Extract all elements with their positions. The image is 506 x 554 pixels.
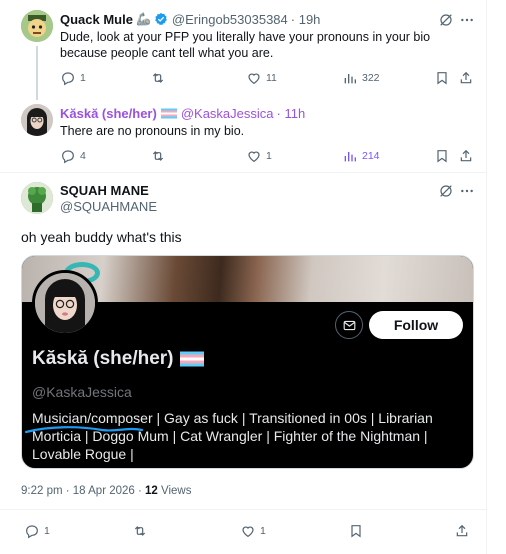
author-name[interactable]: SQUAH MANE bbox=[60, 183, 149, 198]
like-count: 1 bbox=[266, 150, 272, 162]
like-button[interactable]: 1 bbox=[246, 148, 272, 164]
card-profile-photo bbox=[32, 270, 98, 336]
bookmark-icon bbox=[437, 150, 447, 163]
tweet-time[interactable]: · 11h bbox=[277, 106, 306, 121]
grok-icon[interactable] bbox=[438, 183, 454, 199]
share-icon bbox=[460, 149, 472, 162]
retweet-icon bbox=[134, 526, 146, 536]
tweet-text: There are no pronouns in my bio. bbox=[60, 124, 245, 138]
column-border bbox=[486, 0, 487, 554]
divider bbox=[0, 172, 486, 173]
bookmark-button[interactable] bbox=[348, 523, 364, 539]
views-total: 12 bbox=[145, 485, 158, 497]
card-bio: Musician/composer | Gay as fuck | Transi… bbox=[32, 410, 433, 462]
tweet-meta: 9:22 pm · 18 Apr 2026 · 12 Views bbox=[21, 485, 192, 497]
retweet-button[interactable] bbox=[132, 523, 148, 539]
verified-badge-icon bbox=[154, 12, 168, 26]
reply-icon bbox=[62, 72, 74, 86]
squah-mane-avatar-art bbox=[21, 182, 53, 214]
like-icon bbox=[248, 73, 260, 85]
profile-card-image[interactable]: Follow Kăskă (she/her) @KaskaJessica Mus… bbox=[21, 255, 474, 469]
card-photo-art bbox=[35, 273, 95, 333]
retweet-icon bbox=[152, 73, 164, 83]
tweet-1-actions: 1 11 322 bbox=[60, 70, 480, 90]
views-icon bbox=[344, 74, 356, 84]
share-button[interactable] bbox=[458, 148, 474, 164]
retweet-icon bbox=[152, 151, 164, 161]
divider bbox=[0, 509, 486, 510]
like-button[interactable]: 11 bbox=[246, 70, 277, 86]
author-handle[interactable]: @Eringob53035384 bbox=[172, 12, 288, 27]
message-button[interactable] bbox=[335, 311, 363, 339]
tweet-text: Dude, look at your PFP you literally hav… bbox=[60, 30, 431, 60]
reply-icon bbox=[62, 150, 74, 164]
avatar-squah-mane[interactable] bbox=[21, 182, 53, 214]
share-icon bbox=[460, 71, 472, 84]
message-icon bbox=[343, 320, 355, 330]
views-label: Views bbox=[157, 485, 192, 497]
reply-count: 1 bbox=[44, 525, 50, 537]
views-count: 322 bbox=[362, 72, 380, 84]
reply-button[interactable]: 4 bbox=[60, 148, 86, 164]
like-icon bbox=[248, 151, 260, 163]
more-icon[interactable] bbox=[459, 183, 475, 199]
author-name[interactable]: Kăskă (she/her) bbox=[60, 106, 157, 121]
main-tweet-text: oh yeah buddy what's this bbox=[21, 229, 182, 245]
bookmark-icon bbox=[351, 525, 361, 538]
bio-underline-scribble bbox=[24, 426, 144, 434]
share-button[interactable] bbox=[454, 523, 470, 539]
tweet-2-actions: 4 1 214 bbox=[60, 148, 480, 168]
tweet-timestamp[interactable]: 9:22 pm · 18 Apr 2026 · bbox=[21, 485, 145, 497]
views-count: 214 bbox=[362, 150, 380, 162]
follow-button[interactable]: Follow bbox=[369, 311, 463, 339]
author-handle[interactable]: @SQUAHMANE bbox=[60, 199, 157, 214]
card-handle: @KaskaJessica bbox=[32, 384, 132, 400]
author-name[interactable]: Quack Mule bbox=[60, 12, 133, 27]
avatar-kaska[interactable] bbox=[21, 104, 53, 136]
trans-flag-icon bbox=[179, 351, 204, 367]
tweet-thread: Quack Mule 🦾 @Eringob53035384 · 19h Dude… bbox=[0, 0, 506, 554]
like-count: 11 bbox=[266, 72, 277, 84]
avatar-quack-mule[interactable] bbox=[21, 10, 53, 42]
author-emoji: 🦾 bbox=[135, 12, 151, 26]
grok-icon[interactable] bbox=[438, 12, 454, 28]
more-icon[interactable] bbox=[459, 12, 475, 28]
retweet-button[interactable] bbox=[150, 148, 166, 164]
views-button[interactable]: 214 bbox=[342, 148, 380, 164]
reply-count: 1 bbox=[80, 72, 86, 84]
share-button[interactable] bbox=[458, 70, 474, 86]
retweet-button[interactable] bbox=[150, 70, 166, 86]
main-tweet-actions: 1 1 bbox=[24, 523, 474, 543]
views-button[interactable]: 322 bbox=[342, 70, 380, 86]
reply-button[interactable]: 1 bbox=[24, 523, 50, 539]
tweet-2-header: Kăskă (she/her) @KaskaJessica · 11h bbox=[60, 105, 305, 121]
bookmark-icon bbox=[437, 72, 447, 85]
trans-flag-icon bbox=[160, 108, 177, 119]
thread-line bbox=[36, 46, 38, 100]
bookmark-button[interactable] bbox=[434, 148, 450, 164]
reply-button[interactable]: 1 bbox=[60, 70, 86, 86]
kaska-avatar-art bbox=[21, 104, 53, 136]
reply-icon bbox=[26, 525, 38, 539]
views-icon bbox=[344, 152, 356, 162]
card-display-name-row: Kăskă (she/her) bbox=[32, 348, 204, 370]
bookmark-button[interactable] bbox=[434, 70, 450, 86]
like-count: 1 bbox=[260, 525, 266, 537]
quack-mule-avatar-art bbox=[21, 10, 53, 42]
like-icon bbox=[242, 526, 254, 538]
author-handle[interactable]: @KaskaJessica bbox=[181, 106, 274, 121]
card-display-name: Kăskă (she/her) bbox=[32, 348, 174, 369]
like-button[interactable]: 1 bbox=[240, 523, 266, 539]
tweet-1-header: Quack Mule 🦾 @Eringob53035384 · 19h bbox=[60, 11, 320, 27]
share-icon bbox=[456, 524, 468, 537]
tweet-time[interactable]: · 19h bbox=[291, 12, 321, 27]
reply-count: 4 bbox=[80, 150, 86, 162]
